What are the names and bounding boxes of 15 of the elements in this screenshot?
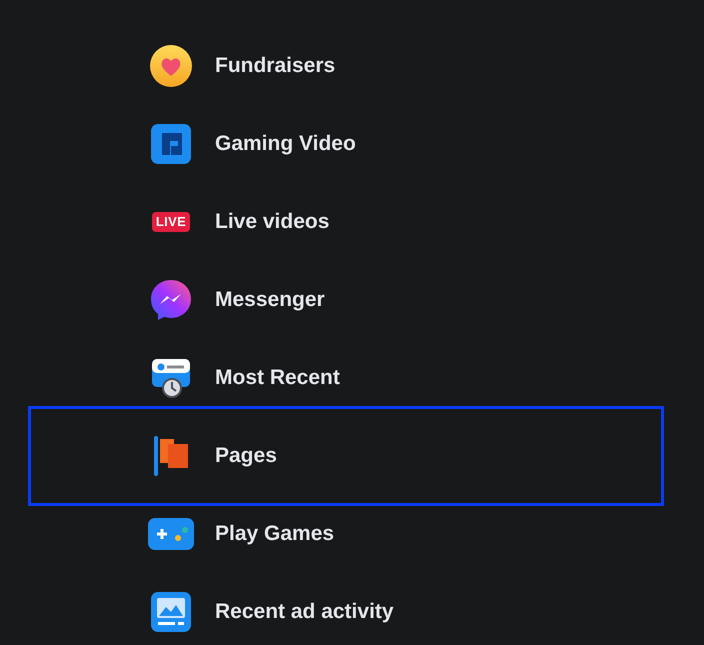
menu-item-label[interactable]: Live videos — [215, 206, 330, 238]
messenger-icon — [149, 278, 193, 322]
live-icon: LIVE — [152, 212, 190, 232]
menu-item-label[interactable]: Most Recent — [215, 362, 340, 394]
menu-item-label[interactable]: Gaming Video — [215, 128, 356, 160]
menu-item-label[interactable]: Fundraisers — [215, 50, 336, 82]
feed-clock-icon — [150, 357, 192, 399]
flag-icon — [151, 434, 191, 478]
image-screen-icon — [151, 592, 191, 632]
gaming-icon — [151, 124, 191, 164]
menu-item-label[interactable]: Play Games — [215, 518, 334, 550]
menu-item-label[interactable]: Pages — [215, 440, 277, 472]
menu-item-label[interactable]: Recent ad activity — [215, 596, 394, 628]
menu-item-label[interactable]: Messenger — [215, 284, 325, 316]
gamepad-icon — [148, 518, 194, 550]
